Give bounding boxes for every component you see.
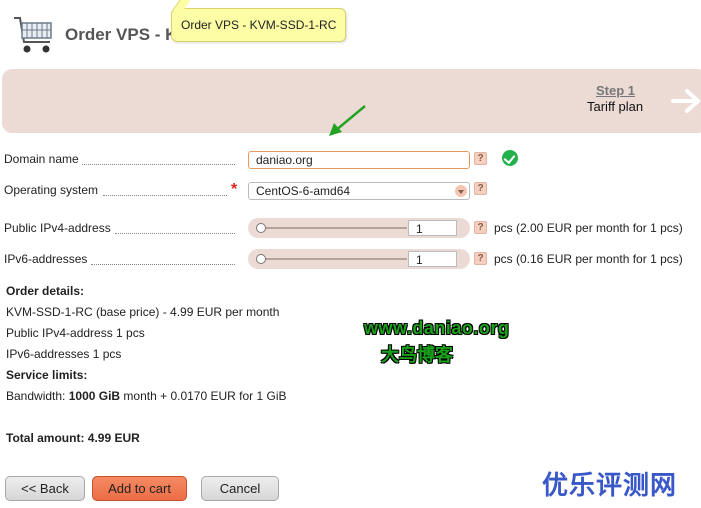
os-select[interactable]: CentOS-6-amd64: [248, 182, 470, 200]
slider-track[interactable]: [262, 227, 407, 229]
watermark-brand: 优乐评测网: [542, 470, 678, 500]
total-amount: Total amount: 4.99 EUR: [6, 431, 140, 445]
ipv6-help-icon[interactable]: ?: [474, 252, 487, 265]
order-line-base: KVM-SSD-1-RC (base price) - 4.99 EUR per…: [6, 305, 280, 319]
label-leader-dots: [115, 233, 235, 234]
os-select-value: CentOS-6-amd64: [256, 184, 351, 198]
bandwidth-prefix: Bandwidth:: [6, 389, 69, 403]
shopping-cart-icon: [14, 17, 52, 53]
ipv6-quantity-input[interactable]: 1: [408, 251, 457, 267]
step-name: Tariff plan: [587, 99, 644, 114]
watermark-site: www.daniao.org: [364, 318, 510, 338]
bandwidth-value: 1000 GiB: [68, 389, 121, 403]
page-title: Order VPS - K: [65, 25, 175, 44]
bandwidth-line: Bandwidth: 1000 GiB month + 0.0170 EUR f…: [6, 389, 287, 403]
order-line-ipv6: IPv6-addresses 1 pcs: [6, 347, 122, 361]
label-leader-dots: [91, 264, 235, 265]
ipv4-price-note: pcs (2.00 EUR per month for 1 pcs): [494, 221, 683, 235]
os-help-icon[interactable]: ?: [474, 182, 487, 195]
ipv4-slider[interactable]: 1: [248, 218, 470, 238]
chevron-down-icon[interactable]: [455, 185, 467, 197]
bandwidth-suffix: month + 0.0170 EUR for 1 GiB: [120, 389, 287, 403]
ipv4-quantity-input[interactable]: 1: [408, 220, 457, 236]
ipv4-help-icon[interactable]: ?: [474, 221, 487, 234]
label-leader-dots: [103, 195, 227, 196]
service-limits-title: Service limits:: [6, 368, 88, 382]
slider-handle[interactable]: [256, 254, 266, 264]
back-button[interactable]: << Back: [5, 476, 85, 501]
step-label[interactable]: Step 1: [596, 83, 635, 98]
domain-label: Domain name: [4, 152, 79, 166]
order-line-ipv4: Public IPv4-address 1 pcs: [6, 326, 145, 340]
ipv4-label: Public IPv4-address: [4, 221, 111, 235]
domain-help-icon[interactable]: ?: [474, 152, 487, 165]
os-label: Operating system: [4, 183, 99, 197]
cancel-button[interactable]: Cancel: [201, 476, 279, 501]
label-leader-dots: [82, 164, 235, 165]
add-to-cart-button[interactable]: Add to cart: [92, 476, 187, 501]
slider-track[interactable]: [262, 258, 407, 260]
ipv6-slider[interactable]: 1: [248, 249, 470, 269]
annotation-arrow-icon: [329, 105, 366, 136]
title-tooltip: Order VPS - KVM-SSD-1-RC: [171, 8, 347, 42]
order-details-title: Order details:: [6, 284, 85, 298]
valid-check-icon: [502, 150, 518, 166]
next-step-arrow-icon: [671, 89, 700, 113]
slider-handle[interactable]: [256, 223, 266, 233]
watermark-site-cn: 大鸟博客: [381, 345, 453, 365]
domain-input[interactable]: [248, 151, 470, 169]
required-marker: *: [231, 181, 238, 198]
ipv6-price-note: pcs (0.16 EUR per month for 1 pcs): [494, 252, 683, 266]
ipv6-label: IPv6-addresses: [4, 252, 88, 266]
